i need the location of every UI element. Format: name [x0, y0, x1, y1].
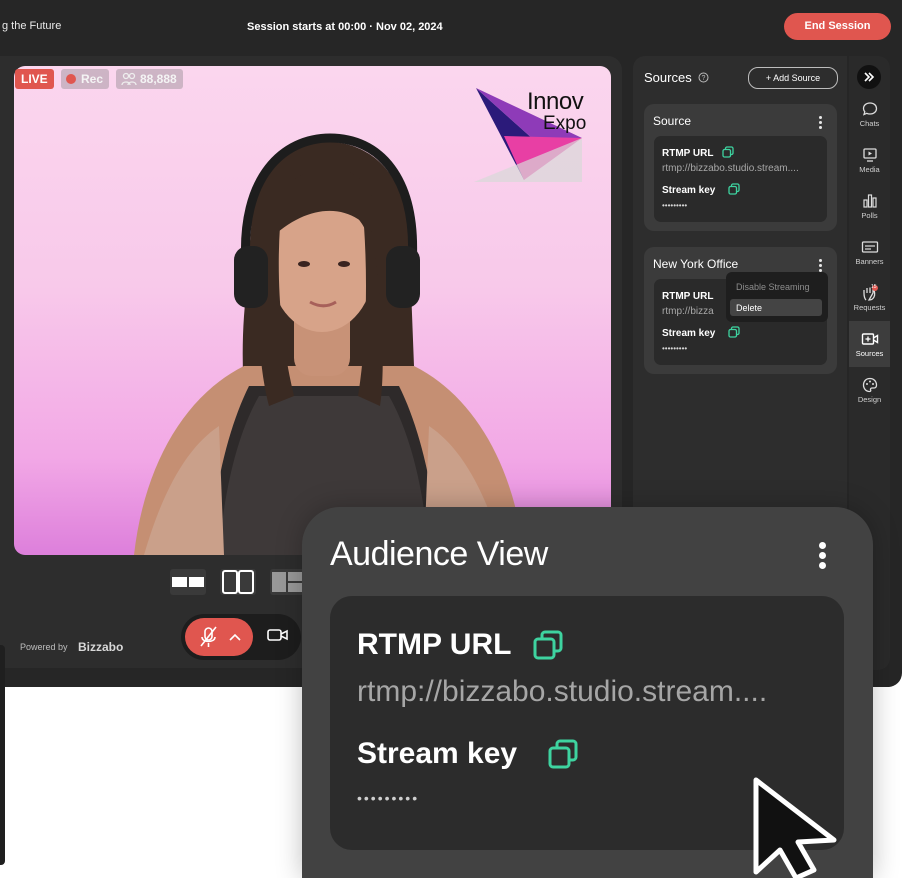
- svg-text:?: ?: [702, 75, 706, 82]
- audience-rtmp-url-value: rtmp://bizzabo.studio.stream....: [357, 675, 768, 708]
- palette-icon: [862, 377, 877, 393]
- add-source-button[interactable]: + Add Source: [748, 67, 838, 89]
- collapse-rail-button[interactable]: [857, 65, 881, 89]
- sources-icon: [861, 333, 878, 345]
- rail-label: Polls: [861, 211, 878, 220]
- rail-item-polls[interactable]: Polls: [849, 193, 890, 220]
- rail-label: Design: [857, 395, 882, 404]
- end-session-button[interactable]: End Session: [784, 13, 891, 40]
- help-icon[interactable]: ?: [698, 72, 709, 83]
- audience-rtmp-url-label: RTMP URL: [357, 628, 512, 661]
- mic-off-icon: [200, 626, 241, 647]
- audience-view-menu-icon[interactable]: [819, 542, 826, 572]
- audience-view-title: Audience View: [330, 535, 548, 573]
- rec-badge[interactable]: Rec: [61, 69, 110, 89]
- rtmp-url-label: RTMP URL: [662, 291, 714, 302]
- stream-key-label: Stream key: [662, 185, 716, 196]
- requests-count-badge: 15: [871, 284, 877, 290]
- layout-side-by-side-button[interactable]: [170, 569, 206, 595]
- layout-two-icon: [172, 577, 204, 587]
- delete-menu-item-label: Delete: [736, 303, 763, 313]
- rail-label: Banners: [855, 257, 884, 266]
- chat-icon: [862, 102, 877, 116]
- copy-icon[interactable]: [728, 326, 740, 338]
- mouse-cursor-icon: [753, 777, 837, 878]
- logo-text-expo: Expo: [543, 113, 587, 134]
- layout-grid-icon: [272, 572, 302, 592]
- viewer-count-badge: 88,888: [116, 69, 183, 89]
- camera-icon[interactable]: [266, 627, 290, 643]
- session-start-text: Session starts at 00:00 · Nov 02, 2024: [247, 21, 443, 33]
- rail-item-media[interactable]: Media: [849, 147, 890, 174]
- sources-title: Sources: [644, 70, 692, 85]
- source-card-title: New York Office: [653, 257, 739, 271]
- rtmp-url-value: rtmp://bizzabo.studio.stream....: [662, 163, 799, 174]
- rtmp-url-label: RTMP URL: [662, 148, 714, 159]
- banners-icon: [861, 241, 878, 253]
- rail-label: Media: [859, 165, 880, 174]
- polls-icon: [862, 194, 877, 208]
- record-dot-icon: [66, 74, 76, 84]
- layout-split-button[interactable]: [220, 569, 256, 595]
- stream-key-value: •••••••••: [662, 344, 688, 353]
- layout-split-icon: [222, 570, 254, 594]
- bizzabo-brand: Bizzabo: [78, 640, 124, 654]
- rail-label: Sources: [855, 349, 884, 358]
- audience-stream-key-value: •••••••••: [357, 790, 420, 806]
- rail-item-chats[interactable]: Chats: [849, 101, 890, 128]
- copy-icon[interactable]: [728, 183, 740, 195]
- double-chevron-right-icon: [864, 72, 875, 82]
- logo-text-innov: Innov: [527, 88, 584, 115]
- source-card-title: Source: [653, 114, 692, 128]
- copy-icon[interactable]: [722, 146, 734, 158]
- rail-item-banners[interactable]: Banners: [849, 239, 890, 266]
- rail-label: Chats: [859, 119, 880, 128]
- people-icon: [121, 72, 137, 86]
- disable-streaming-menu-item[interactable]: Disable Streaming: [736, 282, 810, 292]
- layout-grid-button[interactable]: [270, 569, 306, 595]
- media-icon: [862, 148, 877, 162]
- copy-icon[interactable]: [548, 739, 578, 769]
- powered-by-label: Powered by: [20, 642, 68, 652]
- mute-mic-button[interactable]: [185, 618, 253, 656]
- viewer-count: 88,888: [140, 72, 177, 86]
- rail-item-requests[interactable]: Requests: [849, 285, 890, 312]
- rail-item-sources[interactable]: Sources: [849, 331, 890, 358]
- rail-label: Requests: [853, 303, 886, 312]
- rec-label: Rec: [81, 72, 104, 86]
- left-edge-panel: [0, 645, 5, 865]
- audience-stream-key-label: Stream key: [357, 737, 518, 770]
- rtmp-url-value: rtmp://bizza: [662, 306, 714, 317]
- copy-icon[interactable]: [533, 630, 563, 660]
- event-title: g the Future: [2, 20, 62, 32]
- live-badge: LIVE: [15, 69, 54, 89]
- source-menu-icon[interactable]: [819, 116, 822, 131]
- stream-key-value: •••••••••: [662, 201, 688, 210]
- rail-item-design[interactable]: Design: [849, 377, 890, 404]
- stream-key-label: Stream key: [662, 328, 716, 339]
